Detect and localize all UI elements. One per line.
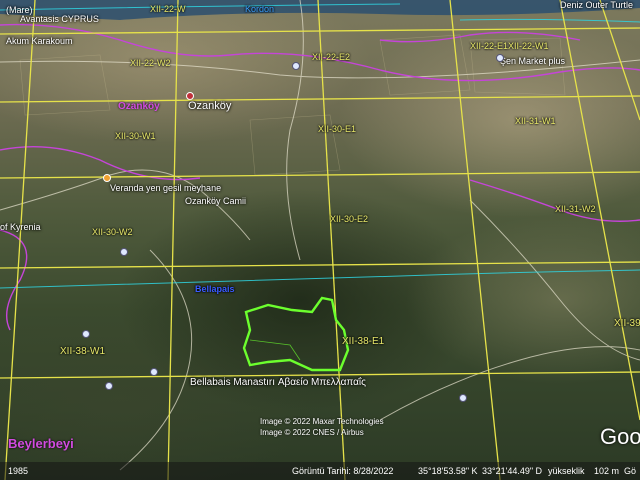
grid-label: XII-39 xyxy=(614,318,640,329)
restaurant-pin-icon[interactable] xyxy=(103,174,111,182)
grid-label: XII-38-W1 xyxy=(60,346,106,357)
region-beylerbeyi: Beylerbeyi xyxy=(8,436,74,451)
poi-icon[interactable] xyxy=(120,248,128,256)
ozankoy-pin-icon[interactable] xyxy=(186,92,194,100)
eye-altitude-label: Gö xyxy=(624,466,637,476)
place-ozankoy-camii[interactable]: Ozanköy Camii xyxy=(185,196,246,206)
poi-icon[interactable] xyxy=(292,62,300,70)
grid-label: XII-22-E2 xyxy=(312,52,351,62)
timeline-year[interactable]: 1985 xyxy=(8,466,28,476)
status-bar: 1985 Görüntü Tarihi: 8/28/2022 35°18'53.… xyxy=(0,462,640,480)
credit-line: Image © 2022 Maxar Technologies xyxy=(260,417,384,426)
google-logo: Goo xyxy=(600,424,640,449)
map-view[interactable]: (Mare) Avantasis CYPRUS XII-22-W Kordon … xyxy=(0,0,640,480)
kordon-label: Kordon xyxy=(245,4,275,14)
poi-icon[interactable] xyxy=(82,330,90,338)
longitude: 33°21'44.49" D xyxy=(482,466,543,476)
poi-icon[interactable] xyxy=(150,368,158,376)
elevation-label: yükseklik xyxy=(548,466,585,476)
credit-line: Image © 2022 CNES / Airbus xyxy=(260,428,364,437)
grid-label: XII-30-E2 xyxy=(330,214,369,224)
top-right-label: Deniz Outer Turtle xyxy=(560,0,634,10)
grid-label: XII-38-E1 xyxy=(342,336,385,347)
bellapais-label: Bellapais xyxy=(195,284,235,294)
place-veranda[interactable]: Veranda yen gesil meyhane xyxy=(110,183,221,193)
place-market[interactable]: Şen Market plus xyxy=(500,56,565,66)
poi-icon[interactable] xyxy=(105,382,113,390)
grid-label: XII-31-W2 xyxy=(555,204,596,214)
grid-label: XII-31-W1 xyxy=(515,116,556,126)
grid-label-top: XII-22-W xyxy=(150,4,186,14)
grid-label: XII-22-W2 xyxy=(130,58,171,68)
imagery-credits: Image © 2022 Maxar Technologies Image © … xyxy=(260,416,384,438)
grid-label: XII-30-W2 xyxy=(92,227,133,237)
place-bellabais[interactable]: Bellabais Manastırı Αβαείο Μπελλαπαΐς xyxy=(190,377,366,388)
region-ozankoy: Ozanköy xyxy=(118,101,160,112)
place-kyrenia[interactable]: of Kyrenia xyxy=(0,222,41,232)
map-overlay xyxy=(0,0,640,480)
grid-label: XII-22-E1XII-22-W1 xyxy=(470,41,549,51)
grid-label: XII-30-W1 xyxy=(115,131,156,141)
grid-label: XII-30-E1 xyxy=(318,124,357,134)
place-karakoum[interactable]: Akum Karakoum xyxy=(6,36,73,46)
poi-icon[interactable] xyxy=(496,54,504,62)
poi-icon[interactable] xyxy=(459,394,467,402)
elevation-value: 102 m xyxy=(594,466,620,476)
latitude: 35°18'53.58" K xyxy=(418,466,478,476)
place-ozankoy[interactable]: Ozanköy xyxy=(188,100,231,112)
imagery-date: Görüntü Tarihi: 8/28/2022 xyxy=(292,466,394,476)
cyprus-label: Avantasis CYPRUS xyxy=(20,14,99,24)
